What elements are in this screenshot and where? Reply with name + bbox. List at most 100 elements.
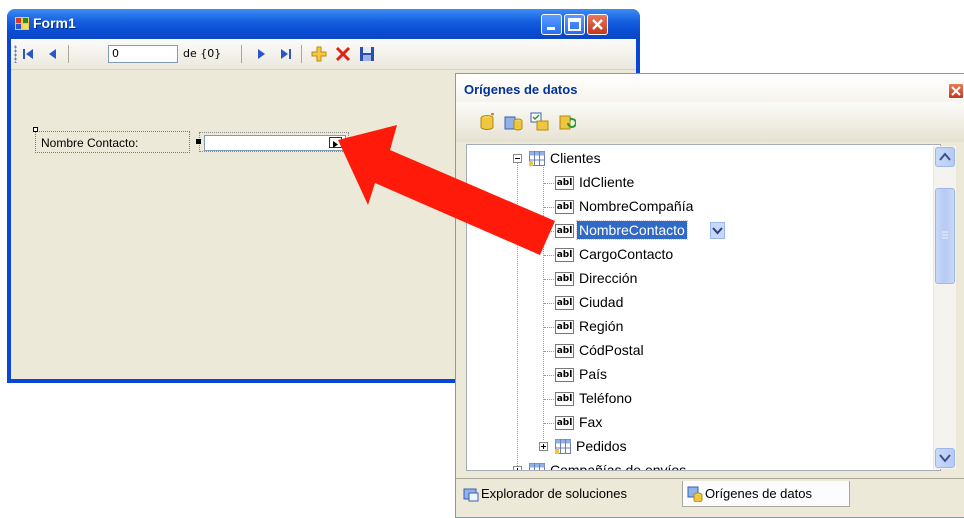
tree-label-field: CódPostal bbox=[579, 342, 644, 358]
collapse-icon[interactable] bbox=[513, 154, 522, 163]
chevron-down-icon bbox=[712, 227, 723, 235]
grip-lines-icon bbox=[942, 231, 948, 239]
tab-solution-explorer[interactable]: Explorador de soluciones bbox=[459, 481, 681, 507]
data-sources-icon bbox=[687, 486, 703, 502]
chevron-up-icon bbox=[939, 152, 951, 161]
tree-vertical-scrollbar[interactable] bbox=[933, 146, 956, 469]
delete-icon[interactable] bbox=[333, 44, 353, 64]
toolbar-grip[interactable] bbox=[14, 45, 17, 63]
toolbar-separator bbox=[241, 45, 242, 63]
tree-label-field: NombreCompañía bbox=[579, 198, 694, 214]
scroll-down-button[interactable] bbox=[935, 448, 955, 468]
tree-label-field-selected: NombreContacto bbox=[576, 220, 688, 240]
textbox-field-icon: abl bbox=[555, 200, 574, 214]
textbox-field-icon: abl bbox=[555, 296, 574, 310]
add-data-source-icon[interactable] bbox=[478, 113, 496, 131]
refresh-data-source-icon[interactable] bbox=[558, 113, 576, 131]
nombre-contacto-textbox[interactable] bbox=[204, 135, 346, 151]
minimize-button[interactable] bbox=[541, 14, 562, 35]
binding-navigator: 0 de {0} bbox=[11, 39, 636, 70]
chevron-down-icon bbox=[939, 454, 951, 463]
table-icon bbox=[555, 439, 571, 454]
tree-label-field: Fax bbox=[579, 414, 603, 430]
tree-label-field: Dirección bbox=[579, 270, 638, 286]
move-next-icon[interactable] bbox=[251, 44, 271, 64]
scroll-up-button[interactable] bbox=[935, 147, 955, 167]
form-app-icon bbox=[15, 17, 29, 30]
tree-node-field[interactable]: abl Dirección bbox=[467, 267, 937, 291]
toolbar-separator bbox=[68, 45, 69, 63]
add-new-icon[interactable] bbox=[309, 44, 329, 64]
data-sources-tree: Clientes abl IdCliente abl NombreCompañí… bbox=[466, 144, 941, 471]
textbox-field-icon: abl bbox=[555, 224, 574, 238]
close-icon bbox=[592, 19, 603, 30]
textbox-field-icon: abl bbox=[555, 176, 574, 190]
textbox-field-icon: abl bbox=[555, 416, 574, 430]
form1-title: Form1 bbox=[33, 15, 76, 31]
edit-dataset-designer-icon[interactable] bbox=[504, 113, 524, 131]
data-sources-panel: Orígenes de datos Clientes abl IdCliente… bbox=[455, 73, 964, 518]
nombre-contacto-label: Nombre Contacto: bbox=[41, 136, 139, 150]
tab-label: Orígenes de datos bbox=[705, 486, 812, 501]
tree-label-field: Ciudad bbox=[579, 294, 624, 310]
move-last-icon[interactable] bbox=[276, 44, 296, 64]
smart-tag-arrow-icon bbox=[333, 141, 338, 148]
tree-node-pedidos[interactable]: Pedidos bbox=[467, 435, 937, 459]
tree-node-field[interactable]: abl Región bbox=[467, 315, 937, 339]
smart-tag-glyph[interactable] bbox=[329, 137, 342, 148]
minimize-icon bbox=[547, 27, 555, 30]
tree-node-field[interactable]: abl IdCliente bbox=[467, 171, 937, 195]
tree-label-field: CargoContacto bbox=[579, 246, 674, 262]
close-button[interactable] bbox=[587, 14, 608, 35]
expand-icon[interactable] bbox=[513, 466, 522, 470]
selection-handle[interactable] bbox=[33, 127, 38, 132]
resize-handle-left[interactable] bbox=[196, 139, 201, 144]
tree-label-field: País bbox=[579, 366, 608, 382]
panel-tab-strip: Explorador de soluciones Orígenes de dat… bbox=[456, 478, 964, 511]
panel-close-button[interactable] bbox=[948, 83, 964, 99]
tab-label: Explorador de soluciones bbox=[481, 486, 627, 501]
data-sources-title-bar[interactable]: Orígenes de datos bbox=[456, 74, 964, 102]
scroll-thumb[interactable] bbox=[935, 188, 955, 284]
toolbar-separator bbox=[301, 45, 302, 63]
tree-node-field-selected[interactable]: abl NombreContacto bbox=[467, 219, 937, 243]
tab-data-sources[interactable]: Orígenes de datos bbox=[682, 481, 850, 507]
tree-node-companias-envios[interactable]: Compañías de envíos bbox=[467, 459, 937, 470]
table-icon bbox=[529, 151, 545, 166]
tree-label-clientes: Clientes bbox=[550, 150, 601, 166]
tree-node-field[interactable]: abl CódPostal bbox=[467, 339, 937, 363]
tree-node-field[interactable]: abl NombreCompañía bbox=[467, 195, 937, 219]
count-label: de {0} bbox=[183, 47, 222, 60]
textbox-field-icon: abl bbox=[555, 272, 574, 286]
tree-node-clientes[interactable]: Clientes bbox=[467, 147, 937, 171]
move-first-icon[interactable] bbox=[19, 44, 39, 64]
field-control-dropdown[interactable] bbox=[710, 222, 725, 239]
position-input[interactable]: 0 bbox=[108, 45, 178, 63]
resize-handle-right[interactable] bbox=[347, 139, 352, 144]
data-sources-title: Orígenes de datos bbox=[464, 82, 578, 97]
tree-node-field[interactable]: abl Ciudad bbox=[467, 291, 937, 315]
textbox-field-icon: abl bbox=[555, 248, 574, 262]
tree-label-field: Región bbox=[579, 318, 624, 334]
tree-label-pedidos: Pedidos bbox=[576, 438, 627, 454]
data-sources-toolbar bbox=[456, 102, 964, 142]
move-previous-icon[interactable] bbox=[43, 44, 63, 64]
textbox-field-icon: abl bbox=[555, 320, 574, 334]
solution-explorer-icon bbox=[463, 488, 479, 502]
nombre-contacto-textbox-frame bbox=[199, 132, 349, 152]
tree-node-field[interactable]: abl Teléfono bbox=[467, 387, 937, 411]
maximize-button[interactable] bbox=[564, 14, 585, 35]
textbox-field-icon: abl bbox=[555, 344, 574, 358]
save-icon[interactable] bbox=[357, 44, 377, 64]
close-icon bbox=[951, 86, 961, 96]
textbox-field-icon: abl bbox=[555, 368, 574, 382]
textbox-field-icon: abl bbox=[555, 392, 574, 406]
tree-node-field[interactable]: abl Fax bbox=[467, 411, 937, 435]
tree-node-field[interactable]: abl CargoContacto bbox=[467, 243, 937, 267]
tree-node-field[interactable]: abl País bbox=[467, 363, 937, 387]
form1-title-bar[interactable]: Form1 bbox=[7, 9, 640, 39]
expand-icon[interactable] bbox=[539, 442, 548, 451]
maximize-icon bbox=[568, 18, 581, 31]
configure-dataset-wizard-icon[interactable] bbox=[530, 112, 550, 132]
nombre-contacto-label-box[interactable]: Nombre Contacto: bbox=[35, 131, 190, 153]
